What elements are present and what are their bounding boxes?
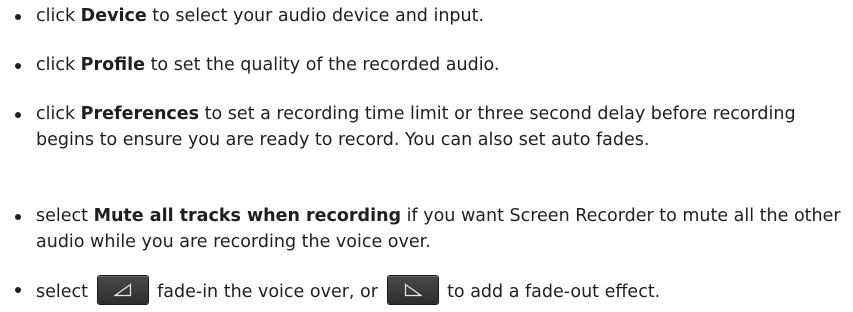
item-text-pre: click <box>36 104 81 124</box>
bullet <box>15 214 21 220</box>
fade-out-button[interactable] <box>387 276 438 304</box>
mute-all-tracks-label: Mute all tracks when recording <box>93 206 402 226</box>
fade-in-button[interactable] <box>97 276 148 304</box>
item-text-mid: fade-in the voice over, or <box>151 282 384 302</box>
fade-in-icon <box>113 283 131 297</box>
preferences-label: Preferences <box>80 104 200 124</box>
item-text-pre: select <box>36 206 94 226</box>
item-text-pre: click <box>36 55 81 75</box>
device-label: Device <box>80 6 147 26</box>
item-text-post: to set the quality of the recorded audio… <box>145 55 500 75</box>
bullet <box>15 63 21 69</box>
bullet <box>15 112 21 118</box>
item-text-post: to add a fade-out effect. <box>441 282 661 302</box>
fade-out-icon <box>404 283 422 297</box>
list-item-text: click Preferences to set a recording tim… <box>36 101 845 153</box>
list-item-text: click Profile to set the quality of the … <box>36 52 845 78</box>
item-text-pre: click <box>36 6 81 26</box>
bullet <box>15 14 21 20</box>
item-text-post: to select your audio device and input. <box>146 6 485 26</box>
list-item-text: select Mute all tracks when recording if… <box>36 203 845 255</box>
list-item-text: click Device to select your audio device… <box>36 3 845 29</box>
bullet <box>15 287 21 293</box>
item-text-pre: select <box>36 282 94 302</box>
list-item-text: select fade-in the voice over, or to add… <box>36 276 845 305</box>
profile-label: Profile <box>80 55 145 75</box>
